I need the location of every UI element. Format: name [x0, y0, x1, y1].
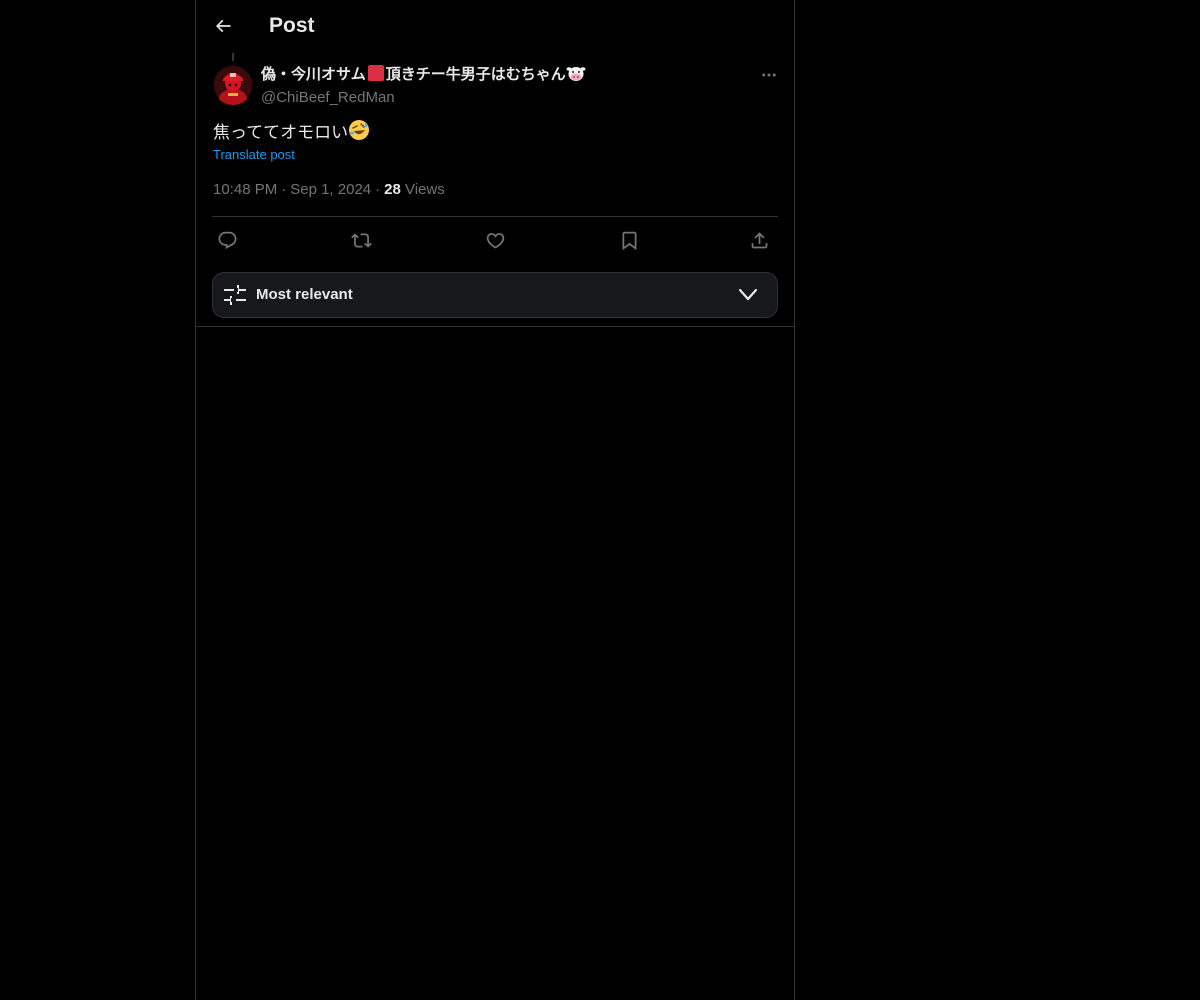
chevron-down-icon	[738, 288, 758, 301]
views-label: Views	[404, 181, 445, 198]
cow-face-emoji	[566, 64, 586, 88]
avatar[interactable]	[213, 65, 253, 105]
avatar-image	[213, 65, 253, 105]
section-divider	[196, 326, 794, 327]
share-button[interactable]	[744, 225, 774, 255]
repost-icon	[350, 232, 372, 248]
more-horizontal-icon	[762, 73, 776, 77]
sliders-icon	[224, 285, 246, 305]
post-text: 焦っててオモロい	[213, 119, 370, 148]
post-author: 偽・今川オサム 頂きチー牛男子はむちゃん @ChiBeef_RedMan	[261, 64, 731, 108]
like-button[interactable]	[480, 225, 510, 255]
author-name-part2: 頂きチー牛男子はむちゃん	[385, 66, 566, 83]
back-button[interactable]	[208, 11, 238, 41]
divider	[212, 216, 778, 217]
author-name-part1: 偽・今川オサム	[261, 66, 366, 83]
reply-button[interactable]	[212, 225, 242, 255]
share-icon	[751, 231, 767, 248]
post-time[interactable]: 10:48 PM	[213, 181, 277, 198]
separator-dot: ·	[375, 181, 381, 198]
post-text-content: 焦っててオモロい	[213, 123, 349, 142]
page-title: Post	[269, 14, 315, 37]
reply-icon	[218, 231, 236, 249]
author-handle[interactable]: @ChiBeef_RedMan	[261, 88, 731, 108]
bookmark-icon	[622, 231, 636, 250]
repost-button[interactable]	[346, 225, 376, 255]
post-metadata: 10:48 PM · Sep 1, 2024 · 28 Views	[213, 180, 445, 200]
reply-sort-dropdown[interactable]: Most relevant	[212, 272, 778, 318]
translate-post-link[interactable]: Translate post	[213, 146, 295, 164]
more-options-button[interactable]	[754, 65, 784, 85]
heart-icon	[486, 232, 504, 249]
page-header: Post	[196, 0, 794, 53]
main-column: Post 偽・今川オサム 頂きチー牛男子はむちゃん @ChiBeef_RedMa…	[195, 0, 795, 1000]
thread-connector-line	[232, 53, 234, 61]
arrow-left-icon	[215, 19, 231, 33]
separator-dot: ·	[281, 181, 287, 198]
red-square-emoji	[367, 65, 384, 81]
views-count: 28	[384, 181, 401, 198]
rolling-on-floor-laughing-emoji	[348, 119, 370, 148]
post-actions-bar	[212, 225, 778, 257]
sort-label: Most relevant	[256, 286, 353, 303]
author-display-name[interactable]: 偽・今川オサム 頂きチー牛男子はむちゃん	[261, 64, 731, 88]
post-date[interactable]: Sep 1, 2024	[290, 181, 371, 198]
bookmark-button[interactable]	[614, 225, 644, 255]
